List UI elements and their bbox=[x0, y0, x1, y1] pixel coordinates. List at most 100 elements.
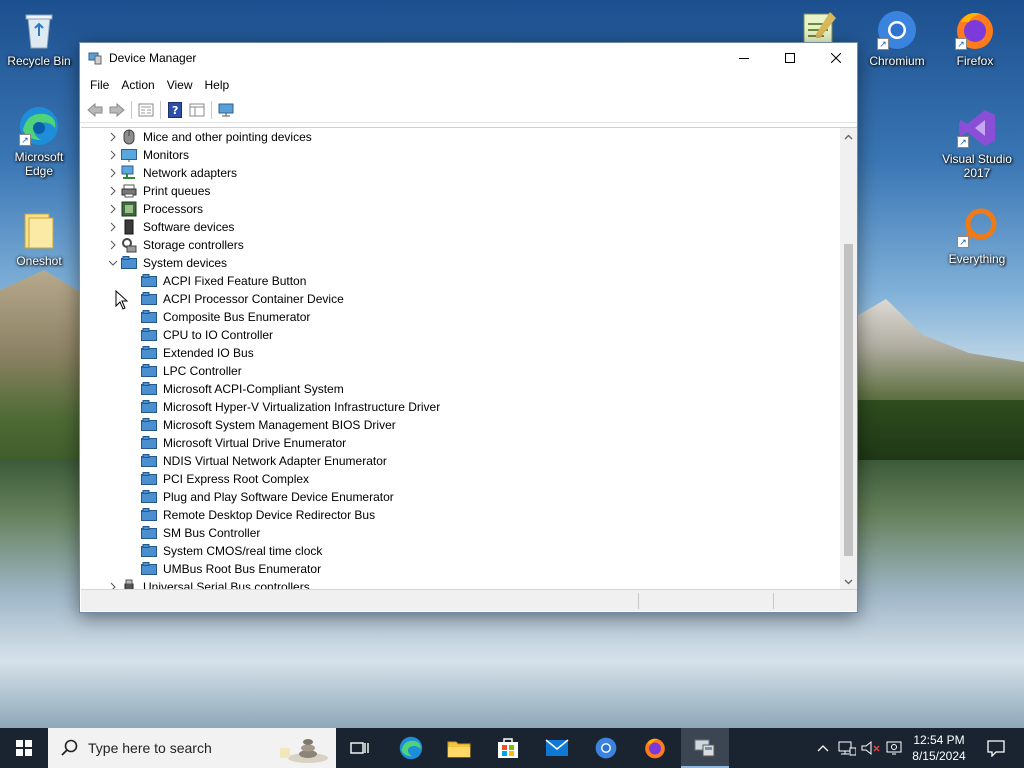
taskbar-file-explorer[interactable] bbox=[435, 728, 483, 768]
show-hide-console-tree-button[interactable] bbox=[186, 99, 208, 121]
chevron-down-icon[interactable] bbox=[105, 254, 121, 272]
network-status-button[interactable] bbox=[836, 728, 858, 768]
desktop-icon-recycle-bin[interactable]: Recycle Bin bbox=[1, 8, 77, 68]
clock[interactable]: 12:54 PM 8/15/2024 bbox=[906, 732, 972, 764]
tree-item-monitors[interactable]: Monitors bbox=[105, 146, 189, 164]
device-manager-icon bbox=[694, 739, 715, 757]
desktop-icon-firefox[interactable]: ↗ Firefox bbox=[937, 8, 1013, 68]
system-devices-icon bbox=[121, 255, 137, 271]
start-button[interactable] bbox=[0, 728, 48, 768]
system-device-icon bbox=[141, 435, 157, 451]
tree-item-label: Remote Desktop Device Redirector Bus bbox=[163, 508, 376, 522]
edge-icon: ↗ bbox=[17, 104, 61, 148]
edge-icon bbox=[399, 736, 423, 760]
taskbar-edge[interactable] bbox=[387, 728, 435, 768]
chevron-right-icon[interactable] bbox=[105, 182, 121, 200]
chevron-right-icon[interactable] bbox=[105, 578, 121, 589]
vertical-scrollbar[interactable] bbox=[840, 128, 857, 589]
chevron-right-icon[interactable] bbox=[105, 218, 121, 236]
tree-item-device[interactable]: Microsoft Virtual Drive Enumerator bbox=[141, 434, 346, 452]
chevron-right-icon[interactable] bbox=[105, 128, 121, 146]
scroll-down-arrow-icon[interactable] bbox=[840, 573, 857, 589]
taskbar-search-box[interactable]: Type here to search bbox=[48, 728, 336, 768]
desktop-icon-chromium[interactable]: ↗ Chromium bbox=[859, 8, 935, 68]
action-center-button[interactable] bbox=[976, 728, 1016, 768]
system-device-icon bbox=[141, 471, 157, 487]
shortcut-arrow-icon: ↗ bbox=[955, 38, 967, 50]
tree-item-device[interactable]: Extended IO Bus bbox=[141, 344, 254, 362]
tree-item-device[interactable]: Microsoft Hyper-V Virtualization Infrast… bbox=[141, 398, 440, 416]
device-tree[interactable]: Mice and other pointing devices Monitors… bbox=[81, 128, 839, 589]
tree-item-device[interactable]: NDIS Virtual Network Adapter Enumerator bbox=[141, 452, 387, 470]
forward-button[interactable] bbox=[106, 99, 128, 121]
device-tree-pane[interactable]: Mice and other pointing devices Monitors… bbox=[81, 127, 857, 589]
back-button[interactable] bbox=[84, 99, 106, 121]
system-device-icon bbox=[141, 489, 157, 505]
tree-item-device[interactable]: Microsoft System Management BIOS Driver bbox=[141, 416, 396, 434]
desktop-icon-label: Microsoft Edge bbox=[14, 150, 64, 178]
taskbar-device-manager[interactable] bbox=[681, 728, 729, 768]
tree-item-software-devices[interactable]: Software devices bbox=[105, 218, 234, 236]
tree-item-device[interactable]: UMBus Root Bus Enumerator bbox=[141, 560, 321, 578]
show-hidden-icons-button[interactable] bbox=[812, 728, 834, 768]
desktop-icon-microsoft-edge[interactable]: ↗ Microsoft Edge bbox=[1, 104, 77, 178]
printer-icon bbox=[121, 183, 137, 199]
properties-button[interactable] bbox=[135, 99, 157, 121]
tree-item-device[interactable]: Composite Bus Enumerator bbox=[141, 308, 310, 326]
tree-item-network-adapters[interactable]: Network adapters bbox=[105, 164, 237, 182]
tree-item-device[interactable]: ACPI Processor Container Device bbox=[141, 290, 344, 308]
remote-session-button[interactable] bbox=[884, 728, 906, 768]
title-bar[interactable]: Device Manager bbox=[80, 43, 857, 73]
chevron-right-icon[interactable] bbox=[105, 236, 121, 254]
scrollbar-thumb[interactable] bbox=[844, 244, 853, 556]
tree-item-label: UMBus Root Bus Enumerator bbox=[163, 562, 322, 576]
tree-item-device[interactable]: Plug and Play Software Device Enumerator bbox=[141, 488, 394, 506]
taskbar: Type here to search 12:54 PM 8/15/2024 bbox=[0, 728, 1024, 768]
file-explorer-icon bbox=[447, 741, 471, 758]
tree-item-processors[interactable]: Processors bbox=[105, 200, 203, 218]
desktop-icon-everything[interactable]: ↗ Everything bbox=[937, 206, 1017, 266]
taskbar-chromium[interactable] bbox=[582, 728, 630, 768]
menu-help[interactable]: Help bbox=[199, 78, 236, 92]
firefox-icon bbox=[645, 738, 665, 759]
search-icon bbox=[61, 739, 78, 756]
menu-view[interactable]: View bbox=[161, 78, 199, 92]
device-manager-window[interactable]: Device Manager File Action View Help ? M… bbox=[79, 42, 858, 613]
software-device-icon bbox=[121, 219, 137, 235]
visual-studio-icon: ↗ bbox=[955, 106, 999, 150]
desktop-icon-oneshot[interactable]: Oneshot bbox=[1, 208, 77, 268]
tree-item-device[interactable]: System CMOS/real time clock bbox=[141, 542, 322, 560]
taskbar-firefox[interactable] bbox=[631, 728, 679, 768]
volume-button[interactable] bbox=[860, 728, 882, 768]
minimize-button[interactable] bbox=[721, 43, 767, 73]
desktop-icon-visual-studio[interactable]: ↗ Visual Studio 2017 bbox=[937, 106, 1017, 180]
chevron-right-icon[interactable] bbox=[105, 164, 121, 182]
scroll-up-arrow-icon[interactable] bbox=[840, 128, 857, 145]
maximize-button[interactable] bbox=[767, 43, 813, 73]
tree-item-print-queues[interactable]: Print queues bbox=[105, 182, 210, 200]
tree-item-system-devices[interactable]: System devices bbox=[105, 254, 227, 272]
tree-item-device[interactable]: SM Bus Controller bbox=[141, 524, 260, 542]
task-view-button[interactable] bbox=[336, 728, 384, 768]
back-arrow-icon bbox=[87, 102, 103, 117]
menu-file[interactable]: File bbox=[84, 78, 115, 92]
taskbar-microsoft-store[interactable] bbox=[484, 728, 532, 768]
close-button[interactable] bbox=[813, 43, 859, 73]
tree-item-mice[interactable]: Mice and other pointing devices bbox=[105, 128, 312, 146]
tree-item-device[interactable]: PCI Express Root Complex bbox=[141, 470, 309, 488]
chevron-right-icon[interactable] bbox=[105, 200, 121, 218]
scan-hardware-button[interactable] bbox=[215, 99, 237, 121]
tree-item-label: System devices bbox=[143, 256, 228, 270]
help-button[interactable]: ? bbox=[164, 99, 186, 121]
taskbar-mail[interactable] bbox=[533, 728, 581, 768]
tree-item-usb-controllers[interactable]: Universal Serial Bus controllers bbox=[105, 578, 310, 589]
tree-item-device[interactable]: CPU to IO Controller bbox=[141, 326, 273, 344]
tree-item-device[interactable]: Remote Desktop Device Redirector Bus bbox=[141, 506, 375, 524]
tree-item-device[interactable]: LPC Controller bbox=[141, 362, 242, 380]
menu-action[interactable]: Action bbox=[115, 78, 160, 92]
chevron-right-icon[interactable] bbox=[105, 146, 121, 164]
tree-item-device[interactable]: Microsoft ACPI-Compliant System bbox=[141, 380, 344, 398]
show-hide-console-tree-icon bbox=[189, 103, 205, 116]
tree-item-device[interactable]: ACPI Fixed Feature Button bbox=[141, 272, 306, 290]
tree-item-storage-controllers[interactable]: Storage controllers bbox=[105, 236, 244, 254]
